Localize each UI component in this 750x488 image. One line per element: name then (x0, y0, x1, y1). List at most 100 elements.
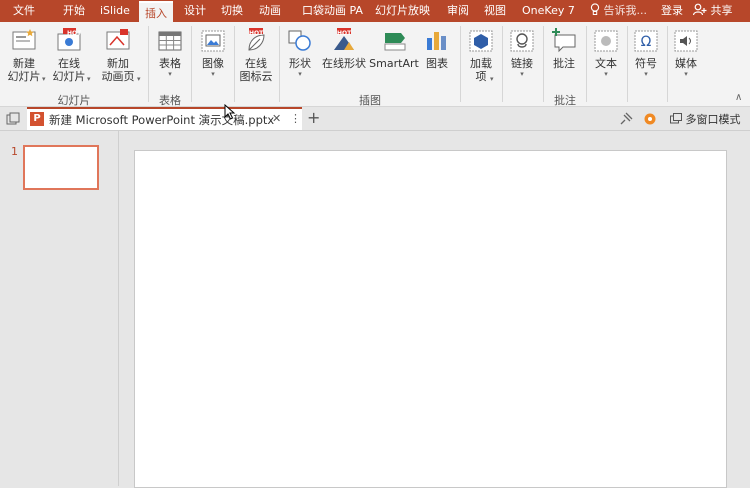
animation-page-icon (106, 29, 130, 50)
tab-animations[interactable]: 动画 (259, 0, 281, 22)
tab-review[interactable]: 审阅 (447, 0, 469, 22)
lightbulb-icon (590, 3, 600, 15)
smartart-icon (384, 33, 406, 51)
slide-editor (119, 131, 750, 488)
new-animation-page-button[interactable]: 新加 动画页 ▾ (97, 28, 141, 83)
group-separator (279, 26, 280, 102)
new-animation-page-label-2: 动画页 (101, 70, 135, 83)
group-separator (543, 26, 544, 102)
shapes-icon (288, 30, 311, 51)
document-tab[interactable]: P 新建 Microsoft PowerPoint 演示文稿.pptx ✕ ⋮ (27, 107, 302, 130)
svg-text:Ω: Ω (641, 34, 652, 50)
text-button[interactable]: 文本 ▾ (591, 28, 621, 78)
textbox-icon (594, 30, 618, 52)
hot-badge: HOT (249, 30, 264, 37)
collapse-ribbon-icon[interactable]: ∧ (735, 92, 742, 103)
tab-design[interactable]: 设计 (184, 0, 206, 22)
dropdown-caret-icon: ▾ (644, 70, 648, 78)
tab-insert[interactable]: 插入 (139, 1, 173, 24)
share-button[interactable]: 共享 (692, 0, 733, 22)
smartart-label: SmartArt (369, 57, 419, 70)
tell-me-box[interactable]: 告诉我... (590, 0, 647, 22)
slide-thumbnail[interactable] (23, 145, 99, 190)
tab-transitions[interactable]: 切换 (221, 0, 243, 22)
slide-number: 1 (11, 145, 18, 158)
addin-cube-icon (469, 30, 493, 52)
tab-view[interactable]: 视图 (484, 0, 506, 22)
online-icons-button[interactable]: HOT 在线 图标云 (237, 28, 275, 83)
slide-canvas[interactable] (134, 150, 727, 488)
tab-file[interactable]: 文件 (13, 0, 35, 22)
online-slide-label-1: 在线 (58, 57, 80, 70)
tab-more-icon[interactable]: ⋮ (290, 112, 301, 125)
online-slide-button[interactable]: HOT 在线 幻灯片 ▾ (49, 28, 91, 83)
comment-button[interactable]: 批注 (546, 28, 582, 70)
powerpoint-file-icon: P (30, 112, 44, 126)
pin-icon[interactable] (619, 112, 633, 126)
media-label: 媒体 (675, 57, 697, 70)
tell-me-label: 告诉我... (603, 4, 648, 17)
chart-label: 图表 (426, 57, 448, 70)
speaker-icon (674, 30, 698, 52)
comment-label: 批注 (553, 57, 575, 70)
table-label: 表格 (159, 57, 181, 70)
tab-pocket-animation[interactable]: 口袋动画 PA (302, 0, 363, 22)
addins-label-1: 加载 (470, 57, 492, 70)
document-tab-strip: P 新建 Microsoft PowerPoint 演示文稿.pptx ✕ ⋮ … (0, 107, 750, 131)
group-label-slides: 幻灯片 (57, 94, 91, 107)
tab-home[interactable]: 开始 (63, 0, 85, 22)
group-separator (460, 26, 461, 102)
close-tab-icon[interactable]: ✕ (272, 112, 281, 125)
omega-icon: Ω (634, 30, 658, 52)
symbols-button[interactable]: Ω 符号 ▾ (631, 28, 661, 78)
dropdown-caret-icon: ▾ (684, 70, 688, 78)
group-separator (502, 26, 503, 102)
new-tab-button[interactable]: + (307, 108, 320, 127)
image-button[interactable]: 图像 ▾ (196, 28, 230, 78)
addins-button[interactable]: 加载 项 ▾ (464, 28, 498, 83)
image-icon (201, 30, 225, 52)
link-icon (510, 30, 534, 52)
multi-window-label: 多窗口模式 (685, 113, 741, 126)
online-shapes-button[interactable]: HOT 在线形状 (320, 28, 368, 70)
online-icons-label-2: 图标云 (239, 70, 273, 83)
group-separator (586, 26, 587, 102)
table-icon (158, 31, 182, 51)
group-label-table: 表格 (159, 94, 181, 107)
table-button[interactable]: 表格 ▾ (153, 28, 187, 78)
document-title: 新建 Microsoft PowerPoint 演示文稿.pptx (49, 113, 275, 127)
links-label: 链接 (511, 57, 533, 70)
shapes-button[interactable]: 形状 ▾ (284, 28, 316, 78)
group-label-illustrations: 插图 (359, 94, 381, 107)
new-animation-page-label-1: 新加 (107, 57, 129, 70)
slides-panel-icon[interactable] (6, 112, 20, 126)
mouse-cursor-icon (224, 104, 236, 120)
person-add-icon (692, 3, 707, 16)
group-separator (234, 26, 235, 102)
tab-islide[interactable]: iSlide (100, 0, 130, 22)
new-slide-label-2: 幻灯片 (7, 70, 41, 83)
dropdown-caret-icon: ▾ (520, 70, 524, 78)
new-slide-button[interactable]: 新建 幻灯片 ▾ (4, 28, 46, 83)
smartart-button[interactable]: SmartArt (369, 28, 419, 70)
ribbon-insert: 新建 幻灯片 ▾ HOT 在线 幻灯片 ▾ 新加 动画页 ▾ 幻灯片 表格 ▾ … (0, 22, 750, 107)
links-button[interactable]: 链接 ▾ (505, 28, 539, 78)
dropdown-caret-icon: ▾ (490, 75, 494, 83)
tab-onekey[interactable]: OneKey 7 (522, 0, 575, 22)
online-shapes-label: 在线形状 (322, 57, 366, 70)
text-label: 文本 (595, 57, 617, 70)
settings-gear-icon[interactable] (643, 112, 657, 126)
dropdown-caret-icon: ▾ (604, 70, 608, 78)
login-link[interactable]: 登录 (661, 0, 683, 22)
menu-bar: 文件 开始 iSlide 插入 设计 切换 动画 口袋动画 PA 幻灯片放映 审… (0, 0, 750, 24)
dropdown-caret-icon: ▾ (211, 70, 215, 78)
addins-label-2: 项 (475, 70, 487, 83)
windows-icon (670, 113, 682, 124)
group-label-comments: 批注 (554, 94, 576, 107)
multi-window-button[interactable]: 多窗口模式 (670, 111, 741, 127)
chart-button[interactable]: 图表 (422, 28, 452, 70)
dropdown-caret-icon: ▾ (87, 75, 91, 83)
hot-badge: HOT (337, 30, 352, 37)
tab-slideshow[interactable]: 幻灯片放映 (375, 0, 430, 22)
media-button[interactable]: 媒体 ▾ (671, 28, 701, 78)
